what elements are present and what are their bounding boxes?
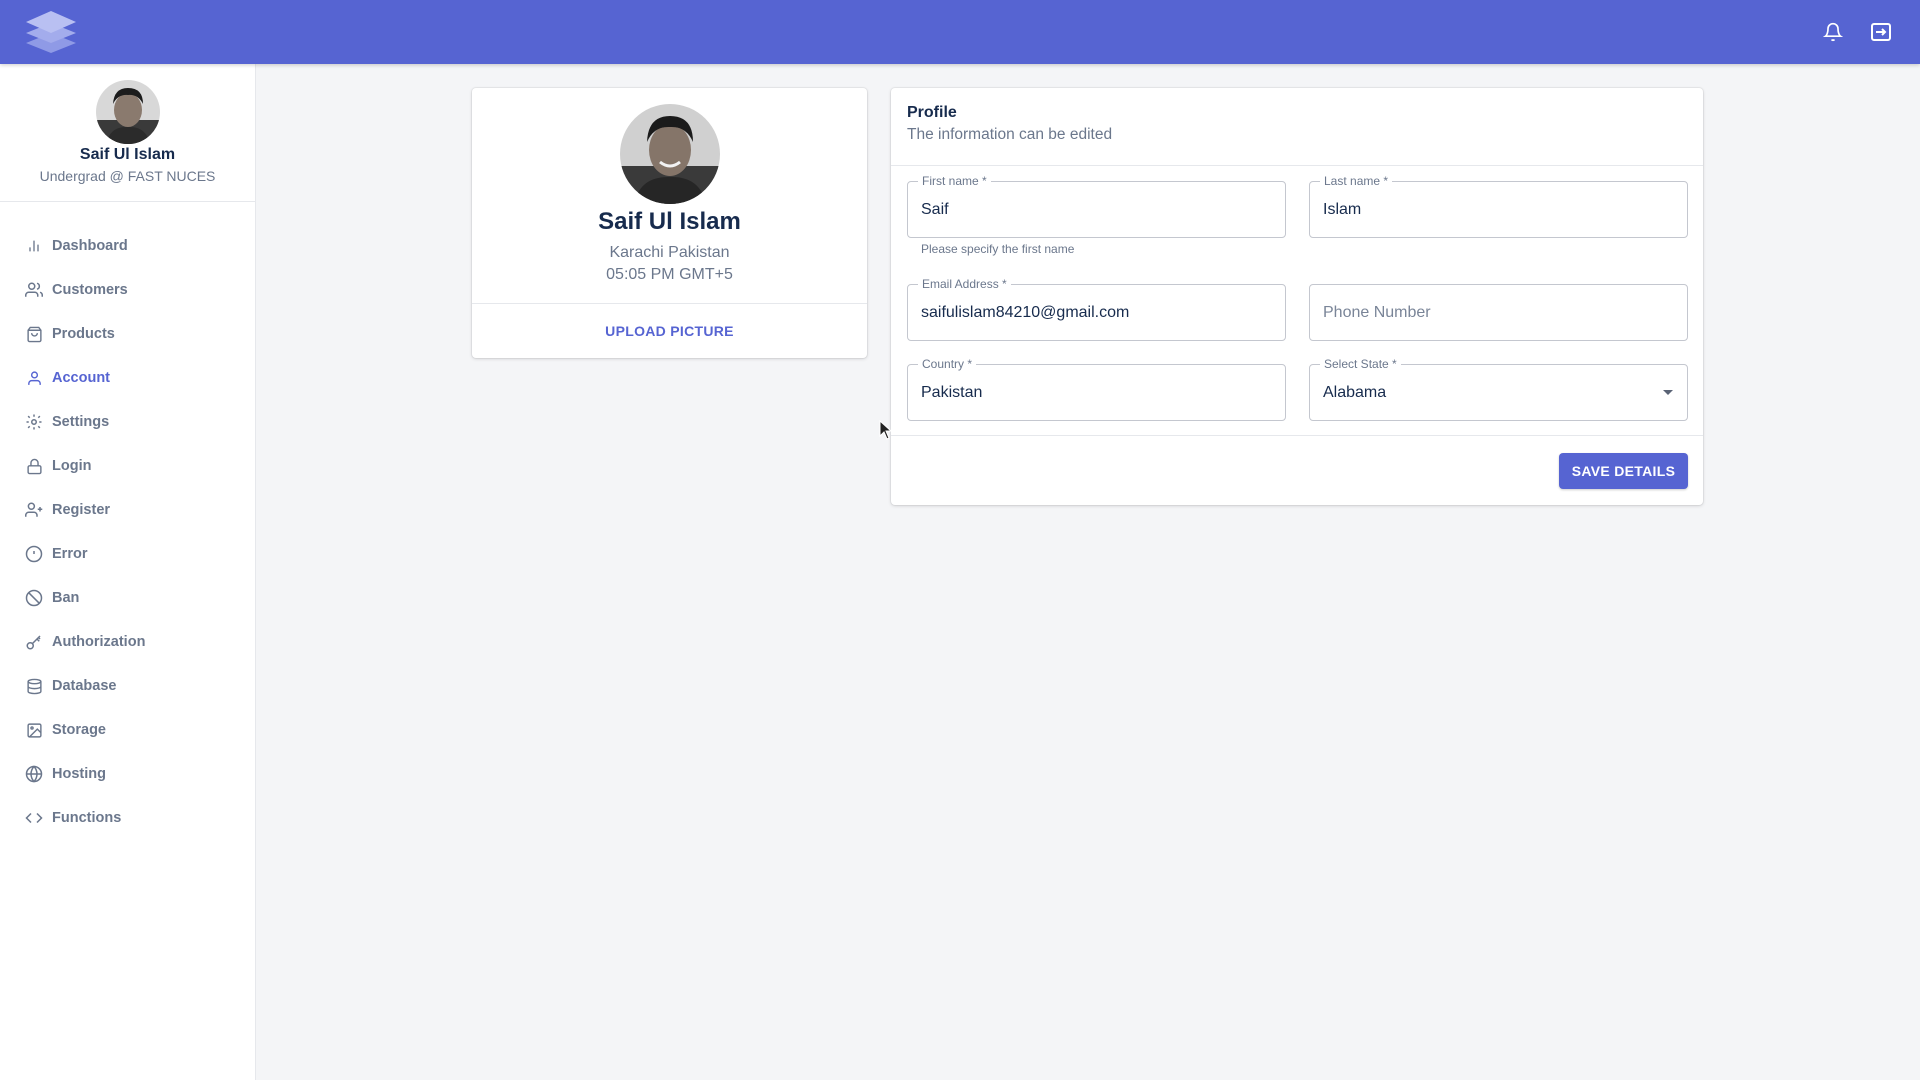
bar-chart-icon xyxy=(24,236,44,256)
profile-form-card: Profile The information can be edited Fi… xyxy=(891,88,1703,505)
settings-icon xyxy=(24,412,44,432)
sidebar-item-label: Account xyxy=(52,370,110,386)
sidebar-item-label: Authorization xyxy=(52,634,146,650)
last-name-value: Islam xyxy=(1323,200,1362,218)
user-plus-icon xyxy=(24,500,44,520)
profile-name: Saif Ul Islam xyxy=(598,208,741,235)
sidebar-item-dashboard[interactable]: Dashboard xyxy=(0,224,255,268)
shopping-bag-icon xyxy=(24,324,44,344)
globe-icon xyxy=(24,764,44,784)
mouse-pointer-icon xyxy=(879,419,893,440)
sidebar-item-ban[interactable]: Ban xyxy=(0,576,255,620)
profile-local-time: 05:05 PM GMT+5 xyxy=(606,266,733,283)
country-field[interactable]: Country * Pakistan xyxy=(907,357,1286,421)
users-icon xyxy=(24,280,44,300)
image-icon xyxy=(24,720,44,740)
sidebar-item-register[interactable]: Register xyxy=(0,488,255,532)
phone-number-placeholder: Phone Number xyxy=(1323,303,1431,321)
sidebar-item-label: Register xyxy=(52,502,111,518)
sidebar-item-label: Dashboard xyxy=(52,238,128,254)
profile-card-body: Saif Ul Islam Karachi Pakistan 05:05 PM … xyxy=(472,88,867,304)
sidebar-item-customers[interactable]: Customers xyxy=(0,268,255,312)
code-icon xyxy=(24,808,44,828)
top-app-bar xyxy=(0,0,1920,64)
sidebar-item-label: Hosting xyxy=(52,766,106,782)
sidebar-item-settings[interactable]: Settings xyxy=(0,400,255,444)
sidebar-item-label: Storage xyxy=(52,722,106,738)
ban-icon xyxy=(24,588,44,608)
bell-icon[interactable] xyxy=(1818,17,1848,47)
card-title: Profile xyxy=(907,104,957,121)
phone-number-field[interactable]: Phone Number xyxy=(1309,284,1688,341)
sidebar-item-functions[interactable]: Functions xyxy=(0,796,255,840)
sidebar-item-products[interactable]: Products xyxy=(0,312,255,356)
sidebar-item-login[interactable]: Login xyxy=(0,444,255,488)
sidebar-item-storage[interactable]: Storage xyxy=(0,708,255,752)
sidebar-item-label: Database xyxy=(52,678,117,694)
card-header: Profile The information can be edited xyxy=(891,88,1703,166)
sidebar-item-database[interactable]: Database xyxy=(0,664,255,708)
logout-icon[interactable] xyxy=(1866,17,1896,47)
profile-card: Saif Ul Islam Karachi Pakistan 05:05 PM … xyxy=(472,88,867,358)
sidebar-item-hosting[interactable]: Hosting xyxy=(0,752,255,796)
save-details-button[interactable]: SAVE DETAILS xyxy=(1559,453,1688,489)
sidebar-profile: Saif Ul Islam Undergrad @ FAST NUCES xyxy=(0,64,255,202)
divider xyxy=(891,435,1703,436)
sidebar-item-label: Settings xyxy=(52,414,110,430)
alert-circle-icon xyxy=(24,544,44,564)
sidebar-user-name: Saif Ul Islam xyxy=(79,146,176,163)
sidebar-item-label: Functions xyxy=(52,810,122,826)
lock-icon xyxy=(24,456,44,476)
last-name-field[interactable]: Last name * Islam xyxy=(1309,174,1688,238)
sidebar-item-label: Login xyxy=(52,458,92,474)
caret-down-icon xyxy=(1663,390,1673,395)
country-value: Pakistan xyxy=(921,383,983,401)
upload-picture-button[interactable]: UPLOAD PICTURE xyxy=(472,304,867,357)
first-name-field[interactable]: First name * Saif xyxy=(907,174,1286,238)
first-name-helper-text: Please specify the first name xyxy=(921,242,1075,256)
sidebar-item-account[interactable]: Account xyxy=(0,356,255,400)
select-state-dropdown[interactable]: Select State * Alabama xyxy=(1309,357,1688,421)
user-icon xyxy=(24,368,44,388)
sidebar-item-label: Ban xyxy=(52,590,80,606)
sidebar-item-label: Customers xyxy=(52,282,128,298)
sidebar-nav: Dashboard Customers Products Account Set… xyxy=(0,202,255,840)
card-subtitle: The information can be edited xyxy=(907,126,1113,143)
key-icon xyxy=(24,632,44,652)
first-name-value: Saif xyxy=(921,200,949,218)
sidebar: Saif Ul Islam Undergrad @ FAST NUCES Das… xyxy=(0,64,256,1080)
sidebar-item-label: Products xyxy=(52,326,115,342)
layers-logo-icon[interactable] xyxy=(24,9,78,55)
avatar[interactable] xyxy=(95,80,160,144)
email-field[interactable]: Email Address * saifulislam84210@gmail.c… xyxy=(907,277,1286,341)
sidebar-item-error[interactable]: Error xyxy=(0,532,255,576)
sidebar-item-label: Error xyxy=(52,546,88,562)
sidebar-item-authorization[interactable]: Authorization xyxy=(0,620,255,664)
email-value: saifulislam84210@gmail.com xyxy=(921,303,1130,321)
database-icon xyxy=(24,676,44,696)
avatar xyxy=(619,104,720,204)
profile-location: Karachi Pakistan xyxy=(609,244,730,261)
sidebar-user-subtitle: Undergrad @ FAST NUCES xyxy=(39,168,216,184)
select-state-value: Alabama xyxy=(1323,383,1387,401)
